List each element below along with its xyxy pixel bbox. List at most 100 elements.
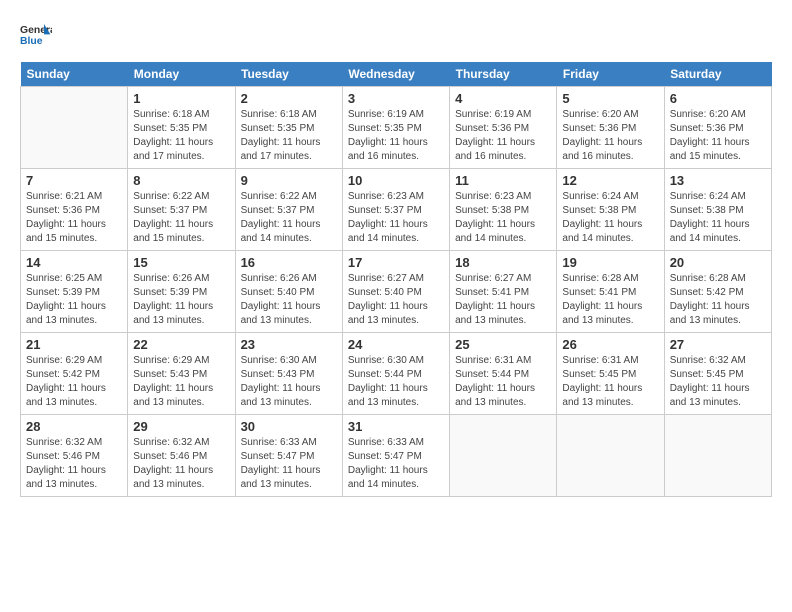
calendar-cell: 29 Sunrise: 6:32 AM Sunset: 5:46 PM Dayli… [128,415,235,497]
day-info: Sunrise: 6:33 AM Sunset: 5:47 PM Dayligh… [348,436,444,492]
day-info: Sunrise: 6:30 AM Sunset: 5:43 PM Dayligh… [241,354,337,410]
calendar-cell: 25 Sunrise: 6:31 AM Sunset: 5:44 PM Dayli… [450,333,557,415]
calendar-cell: 7 Sunrise: 6:21 AM Sunset: 5:36 PM Daylig… [21,169,128,251]
day-number: 10 [348,173,444,188]
day-info: Sunrise: 6:28 AM Sunset: 5:41 PM Dayligh… [562,272,658,328]
day-info: Sunrise: 6:19 AM Sunset: 5:35 PM Dayligh… [348,108,444,164]
day-info: Sunrise: 6:28 AM Sunset: 5:42 PM Dayligh… [670,272,766,328]
calendar-cell: 12 Sunrise: 6:24 AM Sunset: 5:38 PM Dayli… [557,169,664,251]
calendar-cell: 16 Sunrise: 6:26 AM Sunset: 5:40 PM Dayli… [235,251,342,333]
calendar-cell: 6 Sunrise: 6:20 AM Sunset: 5:36 PM Daylig… [664,87,771,169]
day-number: 9 [241,173,337,188]
calendar-day-header: Wednesday [342,62,449,87]
day-number: 5 [562,91,658,106]
calendar-cell: 20 Sunrise: 6:28 AM Sunset: 5:42 PM Dayli… [664,251,771,333]
calendar-cell: 22Sunrise: 6:29 AM Sunset: 5:43 PM Dayli… [128,333,235,415]
day-info: Sunrise: 6:19 AM Sunset: 5:36 PM Dayligh… [455,108,551,164]
calendar-day-header: Friday [557,62,664,87]
calendar-cell: 9 Sunrise: 6:22 AM Sunset: 5:37 PM Daylig… [235,169,342,251]
calendar-cell: 24 Sunrise: 6:30 AM Sunset: 5:44 PM Dayli… [342,333,449,415]
day-number: 31 [348,419,444,434]
day-number: 13 [670,173,766,188]
calendar-week-row: 1Sunrise: 6:18 AM Sunset: 5:35 PM Daylig… [21,87,772,169]
calendar-week-row: 21Sunrise: 6:29 AM Sunset: 5:42 PM Dayli… [21,333,772,415]
day-info: Sunrise: 6:24 AM Sunset: 5:38 PM Dayligh… [670,190,766,246]
day-info: Sunrise: 6:22 AM Sunset: 5:37 PM Dayligh… [133,190,229,246]
day-info: Sunrise: 6:18 AM Sunset: 5:35 PM Dayligh… [241,108,337,164]
calendar-cell: 19 Sunrise: 6:28 AM Sunset: 5:41 PM Dayli… [557,251,664,333]
calendar-cell: 26Sunrise: 6:31 AM Sunset: 5:45 PM Dayli… [557,333,664,415]
day-info: Sunrise: 6:26 AM Sunset: 5:39 PM Dayligh… [133,272,229,328]
day-number: 3 [348,91,444,106]
day-number: 17 [348,255,444,270]
day-number: 24 [348,337,444,352]
day-info: Sunrise: 6:32 AM Sunset: 5:46 PM Dayligh… [133,436,229,492]
day-number: 14 [26,255,122,270]
day-number: 21 [26,337,122,352]
calendar-cell: 28 Sunrise: 6:32 AM Sunset: 5:46 PM Dayli… [21,415,128,497]
day-number: 19 [562,255,658,270]
day-info: Sunrise: 6:31 AM Sunset: 5:45 PM Dayligh… [562,354,658,410]
calendar-cell: 8 Sunrise: 6:22 AM Sunset: 5:37 PM Daylig… [128,169,235,251]
day-info: Sunrise: 6:18 AM Sunset: 5:35 PM Dayligh… [133,108,229,164]
calendar-cell [557,415,664,497]
calendar-cell: 17 Sunrise: 6:27 AM Sunset: 5:40 PM Dayli… [342,251,449,333]
svg-text:Blue: Blue [20,36,43,47]
logo: GeneralBlue [20,20,52,52]
day-info: Sunrise: 6:32 AM Sunset: 5:46 PM Dayligh… [26,436,122,492]
calendar-cell: 5Sunrise: 6:20 AM Sunset: 5:36 PM Daylig… [557,87,664,169]
calendar-week-row: 28 Sunrise: 6:32 AM Sunset: 5:46 PM Dayli… [21,415,772,497]
calendar-body: 1Sunrise: 6:18 AM Sunset: 5:35 PM Daylig… [21,87,772,497]
day-number: 25 [455,337,551,352]
day-info: Sunrise: 6:32 AM Sunset: 5:45 PM Dayligh… [670,354,766,410]
day-number: 6 [670,91,766,106]
day-info: Sunrise: 6:20 AM Sunset: 5:36 PM Dayligh… [670,108,766,164]
day-info: Sunrise: 6:30 AM Sunset: 5:44 PM Dayligh… [348,354,444,410]
day-info: Sunrise: 6:23 AM Sunset: 5:37 PM Dayligh… [348,190,444,246]
calendar-week-row: 14 Sunrise: 6:25 AM Sunset: 5:39 PM Dayli… [21,251,772,333]
calendar-day-header: Thursday [450,62,557,87]
calendar-cell: 10 Sunrise: 6:23 AM Sunset: 5:37 PM Dayli… [342,169,449,251]
day-number: 16 [241,255,337,270]
day-number: 2 [241,91,337,106]
day-number: 11 [455,173,551,188]
day-number: 29 [133,419,229,434]
day-info: Sunrise: 6:26 AM Sunset: 5:40 PM Dayligh… [241,272,337,328]
day-info: Sunrise: 6:25 AM Sunset: 5:39 PM Dayligh… [26,272,122,328]
calendar-cell: 3 Sunrise: 6:19 AM Sunset: 5:35 PM Daylig… [342,87,449,169]
day-number: 7 [26,173,122,188]
day-info: Sunrise: 6:29 AM Sunset: 5:43 PM Dayligh… [133,354,229,410]
day-info: Sunrise: 6:23 AM Sunset: 5:38 PM Dayligh… [455,190,551,246]
calendar-header-row: SundayMondayTuesdayWednesdayThursdayFrid… [21,62,772,87]
calendar-cell [21,87,128,169]
day-info: Sunrise: 6:27 AM Sunset: 5:41 PM Dayligh… [455,272,551,328]
day-number: 8 [133,173,229,188]
calendar-week-row: 7 Sunrise: 6:21 AM Sunset: 5:36 PM Daylig… [21,169,772,251]
day-number: 15 [133,255,229,270]
day-number: 12 [562,173,658,188]
calendar-cell: 11 Sunrise: 6:23 AM Sunset: 5:38 PM Dayli… [450,169,557,251]
calendar-day-header: Saturday [664,62,771,87]
calendar-cell: 18Sunrise: 6:27 AM Sunset: 5:41 PM Dayli… [450,251,557,333]
calendar-cell [664,415,771,497]
calendar-cell: 14 Sunrise: 6:25 AM Sunset: 5:39 PM Dayli… [21,251,128,333]
calendar-table: SundayMondayTuesdayWednesdayThursdayFrid… [20,62,772,497]
day-info: Sunrise: 6:21 AM Sunset: 5:36 PM Dayligh… [26,190,122,246]
day-info: Sunrise: 6:22 AM Sunset: 5:37 PM Dayligh… [241,190,337,246]
calendar-cell: 1Sunrise: 6:18 AM Sunset: 5:35 PM Daylig… [128,87,235,169]
day-info: Sunrise: 6:24 AM Sunset: 5:38 PM Dayligh… [562,190,658,246]
calendar-cell: 21Sunrise: 6:29 AM Sunset: 5:42 PM Dayli… [21,333,128,415]
calendar-cell: 13 Sunrise: 6:24 AM Sunset: 5:38 PM Dayli… [664,169,771,251]
day-number: 20 [670,255,766,270]
day-info: Sunrise: 6:33 AM Sunset: 5:47 PM Dayligh… [241,436,337,492]
day-number: 23 [241,337,337,352]
logo-icon: GeneralBlue [20,20,52,52]
calendar-day-header: Tuesday [235,62,342,87]
page-header: GeneralBlue [20,20,772,52]
calendar-day-header: Monday [128,62,235,87]
day-number: 28 [26,419,122,434]
day-info: Sunrise: 6:27 AM Sunset: 5:40 PM Dayligh… [348,272,444,328]
day-number: 27 [670,337,766,352]
day-info: Sunrise: 6:31 AM Sunset: 5:44 PM Dayligh… [455,354,551,410]
calendar-cell: 27 Sunrise: 6:32 AM Sunset: 5:45 PM Dayli… [664,333,771,415]
